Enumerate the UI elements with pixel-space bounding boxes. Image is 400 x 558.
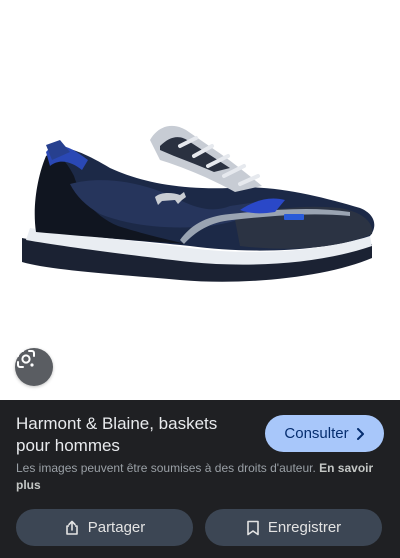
share-icon: [64, 520, 80, 536]
share-button-label: Partager: [87, 519, 146, 536]
google-lens-button[interactable]: [15, 348, 53, 386]
share-button[interactable]: Partager: [16, 509, 193, 546]
bookmark-icon: [246, 520, 260, 536]
sneaker-image: [22, 125, 375, 282]
chevron-right-icon: [355, 427, 365, 440]
save-button-label: Enregistrer: [267, 519, 342, 536]
consult-button-label: Consulter: [284, 425, 349, 442]
consult-button[interactable]: Consulter: [265, 415, 384, 452]
product-image-area[interactable]: [0, 0, 400, 400]
product-title[interactable]: Harmont & Blaine, baskets pour hommes: [16, 413, 246, 457]
save-button[interactable]: Enregistrer: [205, 509, 382, 546]
copyright-notice-text: Les images peuvent être soumises à des d…: [16, 461, 316, 475]
copyright-notice: Les images peuvent être soumises à des d…: [16, 460, 386, 494]
